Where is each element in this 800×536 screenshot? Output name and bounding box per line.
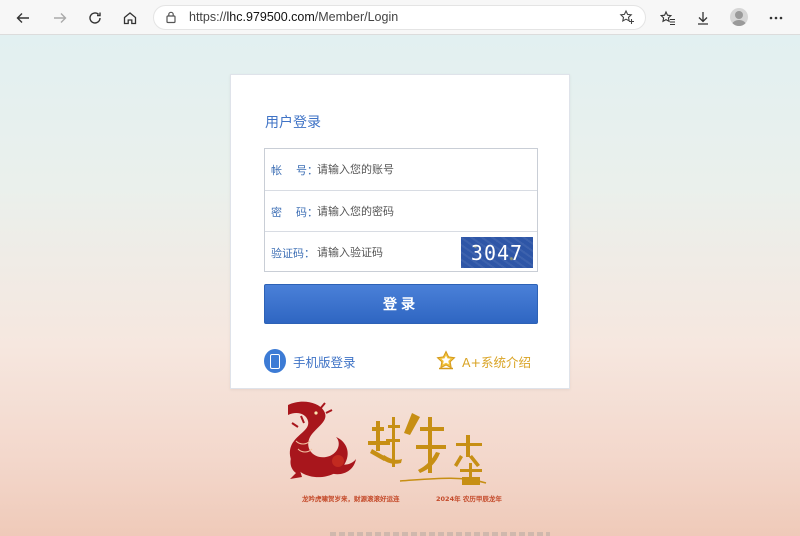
login-title: 用户登录 xyxy=(265,115,321,131)
captcha-row: 验证码： 3047 xyxy=(265,231,537,272)
login-card: 用户登录 帐 号： 密 码： 验证码： 3047 登录 手机版登录 xyxy=(230,74,570,389)
captcha-image[interactable]: 3047 xyxy=(461,237,533,268)
arrow-left-icon xyxy=(16,13,29,23)
captcha-code: 3047 xyxy=(470,240,524,265)
home-button[interactable] xyxy=(116,4,144,32)
add-favorite-icon[interactable] xyxy=(619,9,635,25)
system-intro-label: A+系统介绍 xyxy=(462,354,532,370)
more-menu-button[interactable] xyxy=(762,4,790,32)
back-button[interactable] xyxy=(9,4,37,32)
lock-icon[interactable] xyxy=(164,10,178,24)
footer-strip xyxy=(330,532,550,536)
favorites-button[interactable] xyxy=(654,4,682,32)
url-path: /Member/Login xyxy=(314,10,399,24)
profile-avatar[interactable] xyxy=(730,8,748,26)
login-button[interactable]: 登录 xyxy=(264,284,538,324)
password-input[interactable] xyxy=(317,199,507,223)
favorites-star-icon xyxy=(660,10,675,26)
arrow-right-icon xyxy=(54,13,67,23)
captcha-label: 验证码： xyxy=(271,247,315,260)
refresh-icon xyxy=(89,12,101,24)
login-form: 帐 号： 密 码： 验证码： 3047 xyxy=(264,148,538,272)
login-page: 用户登录 帐 号： 密 码： 验证码： 3047 登录 手机版登录 xyxy=(0,35,800,536)
url-text[interactable]: https://lhc.979500.com/Member/Login xyxy=(189,10,398,24)
system-intro-link[interactable]: A+系统介绍 xyxy=(435,349,531,373)
more-dots-icon xyxy=(769,16,783,20)
password-row: 密 码： xyxy=(265,190,537,231)
password-label: 密 码： xyxy=(271,206,318,219)
mobile-login-link[interactable]: 手机版登录 xyxy=(264,349,356,373)
banner-year: 2024年 农历甲辰龙年 xyxy=(436,495,502,503)
account-row: 帐 号： xyxy=(265,149,537,190)
mobile-phone-icon xyxy=(264,349,286,373)
forward-button[interactable] xyxy=(46,4,74,32)
mobile-login-label: 手机版登录 xyxy=(293,354,356,370)
captcha-input[interactable] xyxy=(317,240,452,264)
account-label: 帐 号： xyxy=(271,164,318,177)
account-input[interactable] xyxy=(317,157,507,181)
address-bar[interactable]: https://lhc.979500.com/Member/Login xyxy=(153,5,646,30)
browser-toolbar: https://lhc.979500.com/Member/Login xyxy=(0,0,800,35)
download-icon xyxy=(698,12,708,25)
dragon-illustration xyxy=(288,401,487,485)
star-badge-icon xyxy=(436,350,456,370)
url-prefix: https:// xyxy=(189,10,227,24)
url-host: lhc.979500.com xyxy=(226,10,315,24)
home-icon xyxy=(123,12,137,25)
downloads-button[interactable] xyxy=(689,4,717,32)
banner-slogan: 龙吟虎啸贺岁来，财源滚滚好运连 xyxy=(302,495,400,503)
refresh-button[interactable] xyxy=(81,4,109,32)
dragon-year-banner: 龙吟虎啸贺岁来，财源滚滚好运连 2024年 农历甲辰龙年 xyxy=(280,397,530,515)
